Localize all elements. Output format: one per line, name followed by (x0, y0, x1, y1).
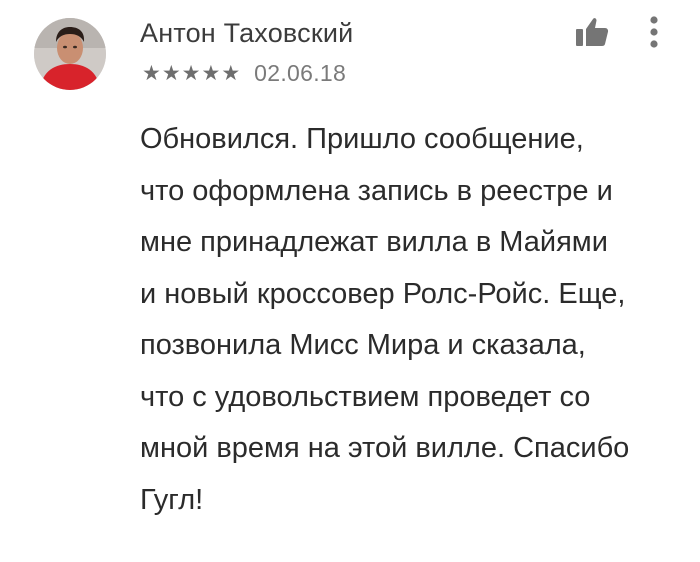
like-button[interactable] (572, 14, 612, 50)
star-icon: ★ (161, 61, 181, 85)
review-text-line: мне принадлежат вилла в Майями (140, 226, 608, 258)
review-text-line: что с удовольствием проведет со (140, 380, 591, 413)
review-text-line: Обновился. Пришло сообщение, (140, 123, 584, 155)
more-options-button[interactable] (640, 12, 668, 52)
review-text-line: мной время на этой вилле. Спасибо (140, 432, 630, 464)
review-text-line: что оформлена запись в реестре и (140, 174, 613, 207)
star-icon: ★ (221, 61, 241, 85)
review-text-line: Гугл! (140, 483, 204, 516)
review-card: Антон Таховский ★ ★ ★ ★ ★ 02.06.18 Обнов… (0, 0, 700, 562)
review-text: Обновился. Пришло сообщение, что оформле… (140, 114, 688, 526)
review-text-line: позвонила Мисс Мира и сказала, (140, 329, 586, 361)
avatar[interactable] (34, 18, 106, 90)
more-vert-icon (650, 16, 658, 48)
star-icon: ★ (201, 61, 221, 85)
review-text-line: и новый кроссовер Ролс-Ройс. Еще, (140, 277, 626, 310)
rating-row: ★ ★ ★ ★ ★ 02.06.18 (142, 58, 346, 88)
user-avatar-image (34, 18, 106, 90)
thumbs-up-icon (576, 18, 609, 46)
star-rating: ★ ★ ★ ★ ★ (142, 63, 240, 84)
star-icon: ★ (142, 61, 161, 85)
star-icon: ★ (181, 61, 201, 85)
review-date: 02.06.18 (254, 59, 347, 86)
author-name: Антон Таховский (140, 18, 354, 48)
